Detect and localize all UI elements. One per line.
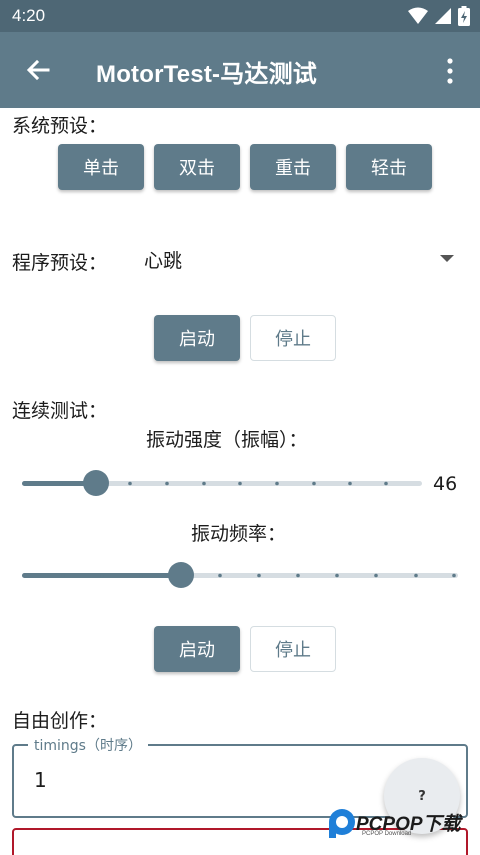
frequency-slider-thumb[interactable] xyxy=(168,562,194,588)
app-bar: MotorTest-马达测试 xyxy=(0,32,480,108)
continuous-start-button[interactable]: 启动 xyxy=(154,626,240,672)
free-creation-label: 自由创作： xyxy=(12,710,108,732)
program-presets-label: 程序预设： xyxy=(12,252,108,274)
app-title: MotorTest-马达测试 xyxy=(96,61,318,88)
intensity-slider-thumb[interactable] xyxy=(83,470,109,496)
help-icon: ? xyxy=(418,788,426,804)
status-time: 4:20 xyxy=(12,6,46,25)
timings-field-value[interactable]: 1 xyxy=(34,768,47,792)
program-start-button[interactable]: 启动 xyxy=(154,315,240,361)
preset-heavy-click-button[interactable]: 重击 xyxy=(250,144,336,190)
status-bar: 4:20 xyxy=(0,0,480,32)
frequency-slider[interactable] xyxy=(12,558,468,592)
intensity-value: 46 xyxy=(433,473,458,495)
more-vert-icon[interactable] xyxy=(444,56,456,86)
wifi-icon xyxy=(408,7,428,24)
battery-charging-icon xyxy=(458,6,470,26)
watermark-sub: PCPOP Download xyxy=(362,831,412,837)
program-preset-dropdown[interactable]: 心跳 xyxy=(144,246,182,273)
timings-field-label: timings（时序） xyxy=(28,735,148,755)
dropdown-arrow-icon[interactable] xyxy=(440,255,454,262)
back-arrow-icon[interactable] xyxy=(22,54,54,86)
watermark-logo: PCPOP下载 PCPOP Download xyxy=(326,806,476,842)
intensity-slider[interactable] xyxy=(12,466,432,500)
system-presets-label: 系统预设： xyxy=(12,115,108,137)
continuous-test-label: 连续测试： xyxy=(12,400,108,422)
preset-single-click-button[interactable]: 单击 xyxy=(58,144,144,190)
preset-double-click-button[interactable]: 双击 xyxy=(154,144,240,190)
continuous-stop-button[interactable]: 停止 xyxy=(250,626,336,672)
frequency-label: 振动频率： xyxy=(191,523,287,545)
program-stop-button[interactable]: 停止 xyxy=(250,315,336,361)
preset-light-click-button[interactable]: 轻击 xyxy=(346,144,432,190)
status-icons xyxy=(408,6,470,26)
intensity-label: 振动强度（振幅）： xyxy=(146,429,308,451)
cellular-signal-icon xyxy=(435,8,451,24)
